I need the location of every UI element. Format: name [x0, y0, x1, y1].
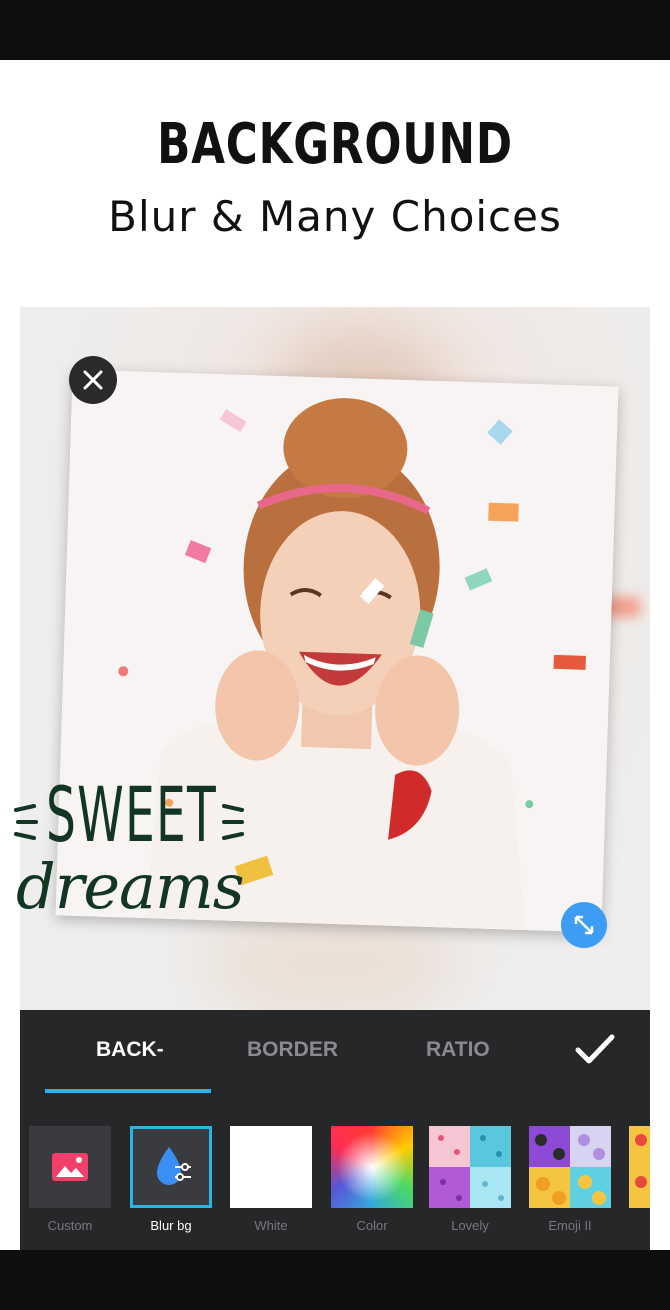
tab-border[interactable]: BORDER	[247, 1038, 338, 1062]
option-custom[interactable]: Custom	[29, 1126, 111, 1233]
status-bar	[0, 0, 670, 60]
option-label: White	[254, 1218, 288, 1233]
sticker-text-sweet: SWEET	[46, 770, 218, 859]
option-tile	[629, 1126, 650, 1208]
remove-photo-button[interactable]	[69, 356, 117, 404]
pattern-grid	[635, 1134, 647, 1188]
sticker-text-dreams: dreams	[16, 850, 245, 923]
option-blur-bg[interactable]: Blur bg	[130, 1126, 212, 1233]
option-label: Custom	[47, 1218, 93, 1233]
color-spectrum-tile	[331, 1126, 413, 1208]
lovely-pattern-tile	[429, 1126, 511, 1208]
sweet-dreams-sticker[interactable]: SWEET dreams	[10, 770, 250, 960]
resize-rotate-handle[interactable]	[561, 902, 607, 948]
option-label: Color	[356, 1218, 388, 1233]
droplet-adjust-icon	[157, 1147, 191, 1185]
checkmark-icon[interactable]	[575, 1032, 615, 1068]
option-tile	[230, 1126, 312, 1208]
option-lovely[interactable]: Lovely	[429, 1126, 511, 1233]
option-tile	[29, 1126, 111, 1208]
active-tab-indicator	[45, 1089, 211, 1093]
navigation-bar	[0, 1250, 670, 1310]
option-next-partial[interactable]	[629, 1126, 650, 1208]
page-subtitle: Blur & Many Choices	[108, 192, 562, 241]
resize-arrows-icon	[574, 915, 594, 935]
image-icon	[52, 1153, 88, 1181]
option-tile-selected	[130, 1126, 212, 1208]
option-label: Blur bg	[150, 1218, 192, 1233]
option-label: Emoji II	[548, 1218, 592, 1233]
pattern-grid	[529, 1126, 611, 1208]
option-color[interactable]: Color	[331, 1126, 413, 1233]
option-white[interactable]: White	[230, 1126, 312, 1233]
background-options-panel: BACK- BORDER RATIO Custom Blur bg White …	[20, 1010, 650, 1250]
page-title: BACKGROUND	[157, 112, 513, 177]
option-emoji-ii[interactable]: Emoji II	[529, 1126, 611, 1233]
emoji-pattern-tile	[529, 1126, 611, 1208]
pattern-grid	[429, 1126, 511, 1208]
close-icon	[83, 370, 103, 390]
tab-background[interactable]: BACK-	[96, 1038, 164, 1062]
option-label: Lovely	[451, 1218, 489, 1233]
tab-ratio[interactable]: RATIO	[426, 1038, 490, 1062]
